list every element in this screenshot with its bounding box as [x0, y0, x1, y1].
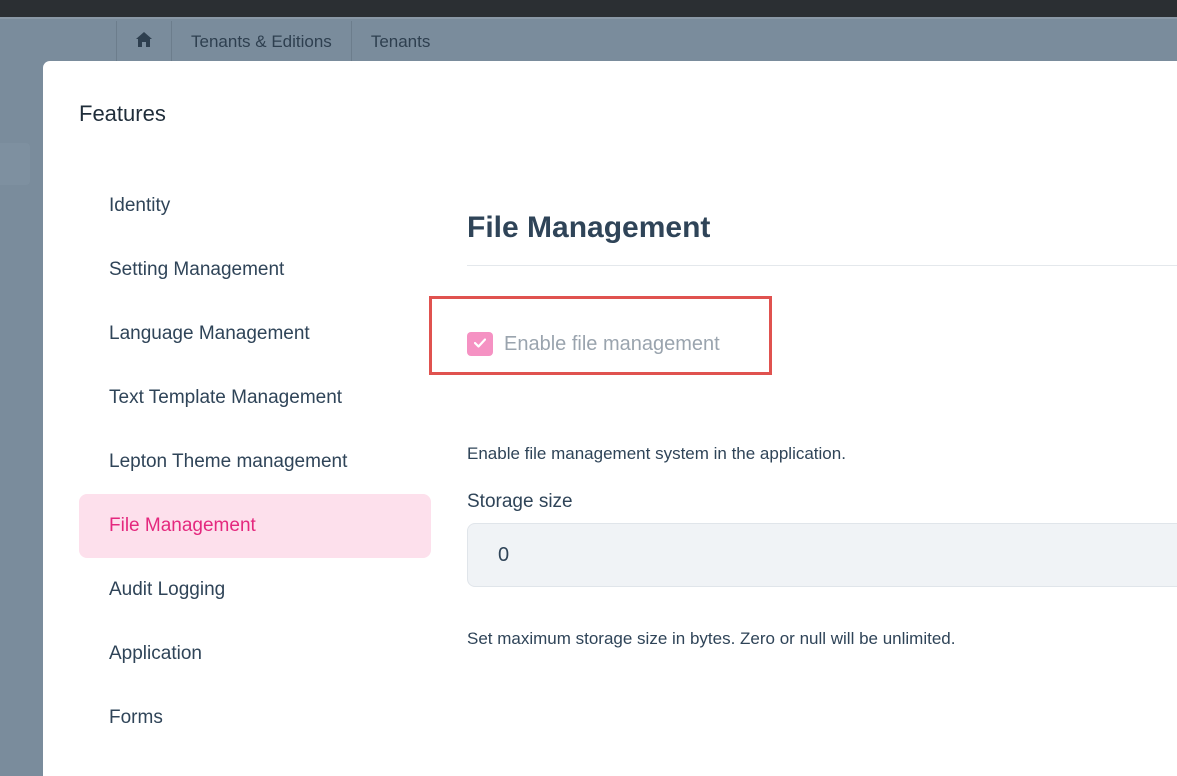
section-divider	[467, 265, 1177, 266]
feature-content: File Management Enable file management E…	[429, 201, 1177, 648]
breadcrumb-item[interactable]: Tenants & Editions	[171, 21, 351, 63]
breadcrumb-home[interactable]	[116, 21, 171, 63]
enable-file-management-checkbox[interactable]	[467, 332, 493, 356]
nav-item-file-management[interactable]: File Management	[79, 494, 431, 558]
nav-item-application[interactable]: Application	[79, 622, 431, 686]
enable-file-management-row[interactable]: Enable file management	[467, 332, 720, 356]
features-modal: Features Identity Setting Management Lan…	[43, 61, 1177, 776]
modal-title: Features	[79, 101, 166, 126]
home-icon	[136, 32, 152, 52]
check-icon	[473, 335, 487, 353]
nav-item-identity[interactable]: Identity	[79, 174, 431, 238]
storage-size-input[interactable]	[467, 523, 1177, 587]
nav-item-language-management[interactable]: Language Management	[79, 302, 431, 366]
breadcrumb-item[interactable]: Tenants	[350, 21, 450, 63]
enable-file-management-description: Enable file management system in the app…	[467, 444, 846, 463]
storage-size-label: Storage size	[467, 491, 573, 512]
section-title: File Management	[467, 211, 711, 244]
nav-item-lepton-theme-management[interactable]: Lepton Theme management	[79, 430, 431, 494]
navbar-underline	[0, 17, 1177, 19]
top-navbar	[0, 0, 1177, 17]
nav-item-text-template-management[interactable]: Text Template Management	[79, 366, 431, 430]
nav-item-audit-logging[interactable]: Audit Logging	[79, 558, 431, 622]
breadcrumb: Tenants & Editions Tenants	[116, 21, 449, 63]
feature-nav: Identity Setting Management Language Man…	[79, 174, 431, 750]
storage-size-description: Set maximum storage size in bytes. Zero …	[467, 629, 956, 648]
enable-file-management-label[interactable]: Enable file management	[504, 333, 720, 356]
background-sidebar-item	[0, 143, 30, 185]
nav-item-setting-management[interactable]: Setting Management	[79, 238, 431, 302]
nav-item-forms[interactable]: Forms	[79, 686, 431, 750]
